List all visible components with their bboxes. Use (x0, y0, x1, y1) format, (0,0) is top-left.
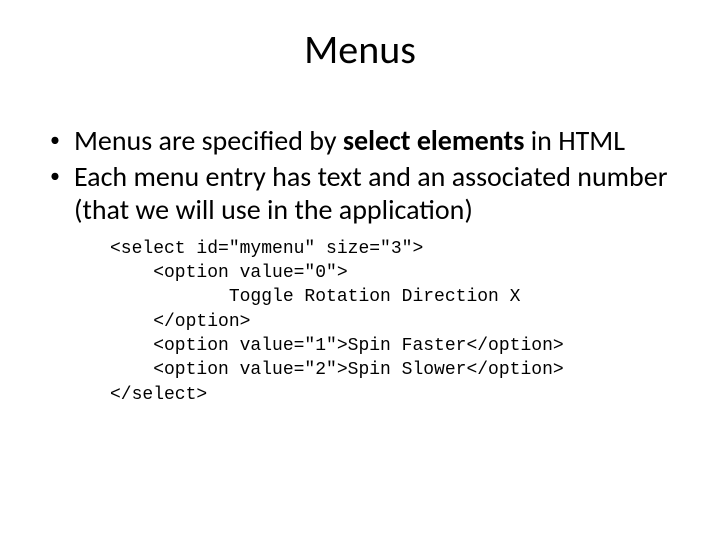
content-area: • Menus are specified by select elements… (40, 124, 680, 407)
slide-title: Menus (40, 25, 680, 74)
bullet-text-pre: Menus are specified by (74, 123, 343, 158)
bullet-text: Menus are specified by select elements i… (74, 124, 680, 158)
bullet-dot-icon: • (50, 126, 60, 154)
code-block: <select id="mymenu" size="3"> <option va… (110, 237, 680, 407)
bullet-text-pre: Each menu entry has text and an associat… (74, 159, 667, 228)
slide: Menus • Menus are specified by select el… (0, 0, 720, 540)
bullet-item: • Each menu entry has text and an associ… (50, 160, 680, 227)
bullet-text-bold: select elements (343, 123, 525, 158)
bullet-text-post: in HTML (524, 123, 625, 158)
bullet-item: • Menus are specified by select elements… (50, 124, 680, 158)
bullet-dot-icon: • (50, 162, 60, 190)
bullet-text: Each menu entry has text and an associat… (74, 160, 680, 227)
